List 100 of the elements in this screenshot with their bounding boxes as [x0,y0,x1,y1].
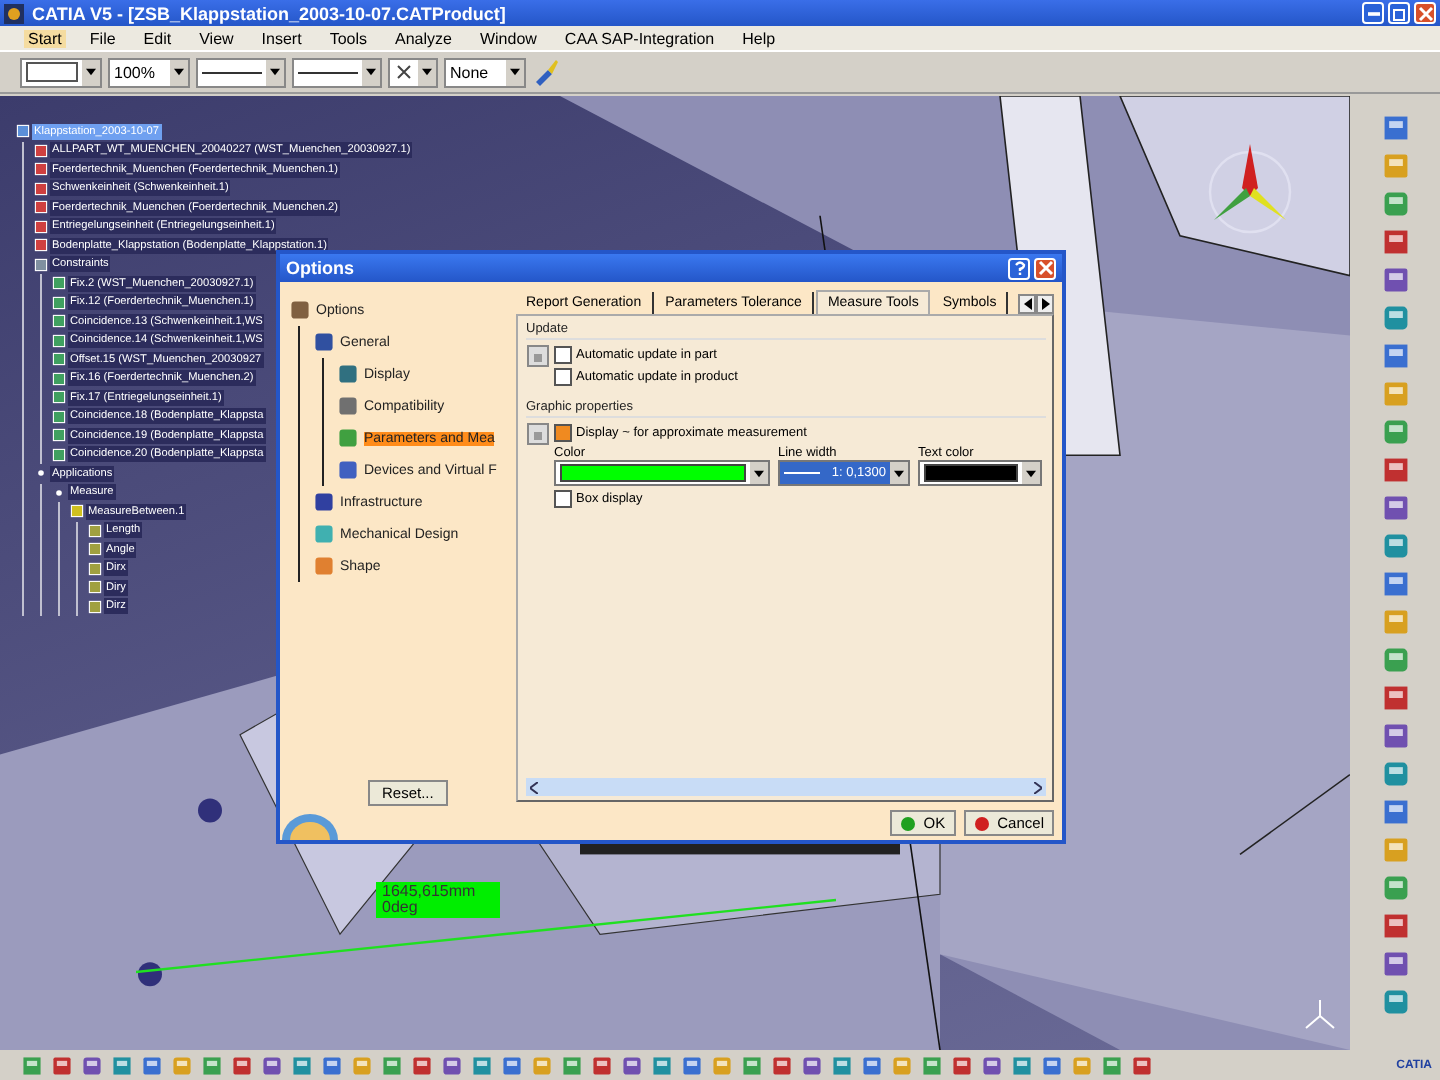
checkbox[interactable] [554,424,572,442]
tool-icon[interactable] [50,1053,74,1077]
menu-item[interactable]: View [195,29,238,47]
layer-dropdown[interactable]: None [444,57,526,87]
menu-item[interactable]: Start [24,29,66,47]
close-button[interactable] [1414,2,1436,24]
tool-icon[interactable] [1379,644,1411,676]
help-button[interactable] [1008,257,1030,279]
tool-icon[interactable] [1379,758,1411,790]
tool-icon[interactable] [110,1053,134,1077]
tool-icon[interactable] [1379,188,1411,220]
tool-icon[interactable] [200,1053,224,1077]
menu-item[interactable]: Window [475,29,541,47]
tool-icon[interactable] [1379,834,1411,866]
tool-icon[interactable] [1379,416,1411,448]
tool-icon[interactable] [680,1053,704,1077]
tool-icon[interactable] [1130,1053,1154,1077]
menu-item[interactable]: Edit [139,29,176,47]
tool-icon[interactable] [1379,872,1411,904]
tool-icon[interactable] [830,1053,854,1077]
zoom-dropdown[interactable]: 100% [108,57,190,87]
close-button[interactable] [1034,257,1056,279]
tool-icon[interactable] [1040,1053,1064,1077]
menu-item[interactable]: CAA SAP-Integration [560,29,719,47]
menu-item[interactable]: File [85,29,120,47]
horizontal-scrollbar[interactable] [526,778,1046,796]
tool-icon[interactable] [80,1053,104,1077]
color-dropdown[interactable] [918,460,1042,486]
tool-icon[interactable] [590,1053,614,1077]
tool-icon[interactable] [320,1053,344,1077]
tool-icon[interactable] [1379,492,1411,524]
tool-icon[interactable] [1379,378,1411,410]
tool-icon[interactable] [410,1053,434,1077]
tool-icon[interactable] [350,1053,374,1077]
tool-icon[interactable] [800,1053,824,1077]
line-type-dropdown[interactable] [196,57,286,87]
tool-icon[interactable] [500,1053,524,1077]
brush-icon[interactable] [532,58,560,86]
menu-item[interactable]: Insert [257,29,306,47]
tool-icon[interactable] [1379,682,1411,714]
option-category-icon [336,394,360,418]
tool-icon[interactable] [1379,112,1411,144]
tool-icon[interactable] [1379,302,1411,334]
tool-icon[interactable] [1379,226,1411,258]
tool-icon[interactable] [260,1053,284,1077]
tool-icon[interactable] [950,1053,974,1077]
tool-icon[interactable] [1379,948,1411,980]
tool-icon[interactable] [1379,264,1411,296]
right-arrow-icon [1041,298,1049,310]
tool-icon[interactable] [380,1053,404,1077]
line-weight-dropdown[interactable] [292,57,382,87]
color-dropdown[interactable] [554,460,770,486]
tool-icon[interactable] [650,1053,674,1077]
lock-icon[interactable] [526,421,550,445]
option-category-icon [336,458,360,482]
tool-icon[interactable] [1379,606,1411,638]
tool-icon[interactable] [530,1053,554,1077]
tool-icon[interactable] [20,1053,44,1077]
tool-icon[interactable] [560,1053,584,1077]
tool-icon[interactable] [860,1053,884,1077]
point-style-dropdown[interactable] [388,57,438,87]
tool-icon[interactable] [740,1053,764,1077]
tab-scroll-left-button[interactable] [1018,294,1036,314]
tool-icon[interactable] [1070,1053,1094,1077]
checkbox[interactable] [554,368,572,386]
tool-icon[interactable] [1379,986,1411,1018]
tool-icon[interactable] [890,1053,914,1077]
tool-icon[interactable] [1100,1053,1124,1077]
tool-icon[interactable] [170,1053,194,1077]
close-icon [1037,260,1053,276]
color-dropdown[interactable] [20,57,102,87]
tool-icon[interactable] [620,1053,644,1077]
tool-icon[interactable] [1379,454,1411,486]
minimize-button[interactable] [1362,2,1384,24]
tool-icon[interactable] [140,1053,164,1077]
tool-icon[interactable] [1379,796,1411,828]
tool-icon[interactable] [1379,340,1411,372]
tool-icon[interactable] [440,1053,464,1077]
tool-icon[interactable] [1379,530,1411,562]
tool-icon[interactable] [1010,1053,1034,1077]
tool-icon[interactable] [230,1053,254,1077]
menu-item[interactable]: Analyze [391,29,456,47]
tool-icon[interactable] [470,1053,494,1077]
tool-icon[interactable] [980,1053,1004,1077]
tool-icon[interactable] [1379,568,1411,600]
tool-icon[interactable] [920,1053,944,1077]
caret-icon [754,469,764,477]
tool-icon[interactable] [770,1053,794,1077]
menu-item[interactable]: Help [738,29,780,47]
tool-icon[interactable] [1379,150,1411,182]
checkbox[interactable] [554,490,572,508]
menu-item[interactable]: Tools [325,29,371,47]
tool-icon[interactable] [710,1053,734,1077]
restore-button[interactable] [1388,2,1410,24]
option-category-icon [288,298,312,322]
tool-icon[interactable] [1379,910,1411,942]
tab-scroll-right-button[interactable] [1036,294,1054,314]
tool-icon[interactable] [290,1053,314,1077]
tool-icon[interactable] [1379,720,1411,752]
checkbox[interactable] [554,346,572,364]
